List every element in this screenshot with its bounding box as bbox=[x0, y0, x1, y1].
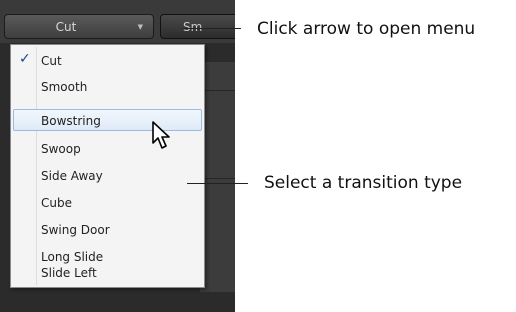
dropdown-arrow-icon[interactable]: ▼ bbox=[138, 23, 143, 31]
background-panel bbox=[200, 62, 235, 292]
menu-item-label: Slide Left bbox=[41, 266, 97, 280]
second-button-label: Sm bbox=[183, 20, 203, 34]
menu-item-smooth[interactable]: Smooth bbox=[13, 75, 202, 97]
menu-item-side-away[interactable]: Side Away bbox=[13, 164, 202, 186]
menu-item-label: Cube bbox=[41, 196, 72, 210]
menu-item-slide-left[interactable]: Slide Left bbox=[13, 261, 202, 283]
menu-item-label: Swoop bbox=[41, 142, 81, 156]
panel-divider bbox=[200, 178, 235, 179]
transition-dropdown-button[interactable]: Cut ▼ bbox=[4, 14, 154, 39]
menu-item-swing-door[interactable]: Swing Door bbox=[13, 218, 202, 240]
menu-item-label: Smooth bbox=[41, 80, 88, 94]
mouse-pointer-icon bbox=[152, 121, 170, 149]
panel-divider bbox=[200, 90, 235, 91]
callout-line-transition bbox=[187, 183, 248, 184]
callout-open-menu: Click arrow to open menu bbox=[257, 19, 476, 39]
menu-item-label: Swing Door bbox=[41, 223, 110, 237]
dropdown-label: Cut bbox=[55, 20, 77, 34]
callout-line-menu bbox=[183, 28, 241, 29]
callout-select-type: Select a transition type bbox=[264, 173, 463, 193]
second-transition-button[interactable]: Sm bbox=[160, 14, 235, 39]
menu-item-cube[interactable]: Cube bbox=[13, 191, 202, 213]
menu-item-label: Cut bbox=[41, 54, 62, 68]
checkmark-icon: ✓ bbox=[19, 51, 31, 67]
transition-menu: ✓ Cut Smooth Bowstring Swoop Side Away C… bbox=[10, 44, 205, 288]
menu-item-label: Bowstring bbox=[41, 114, 101, 128]
menu-item-label: Side Away bbox=[41, 169, 103, 183]
menu-item-cut[interactable]: ✓ Cut bbox=[13, 49, 202, 71]
